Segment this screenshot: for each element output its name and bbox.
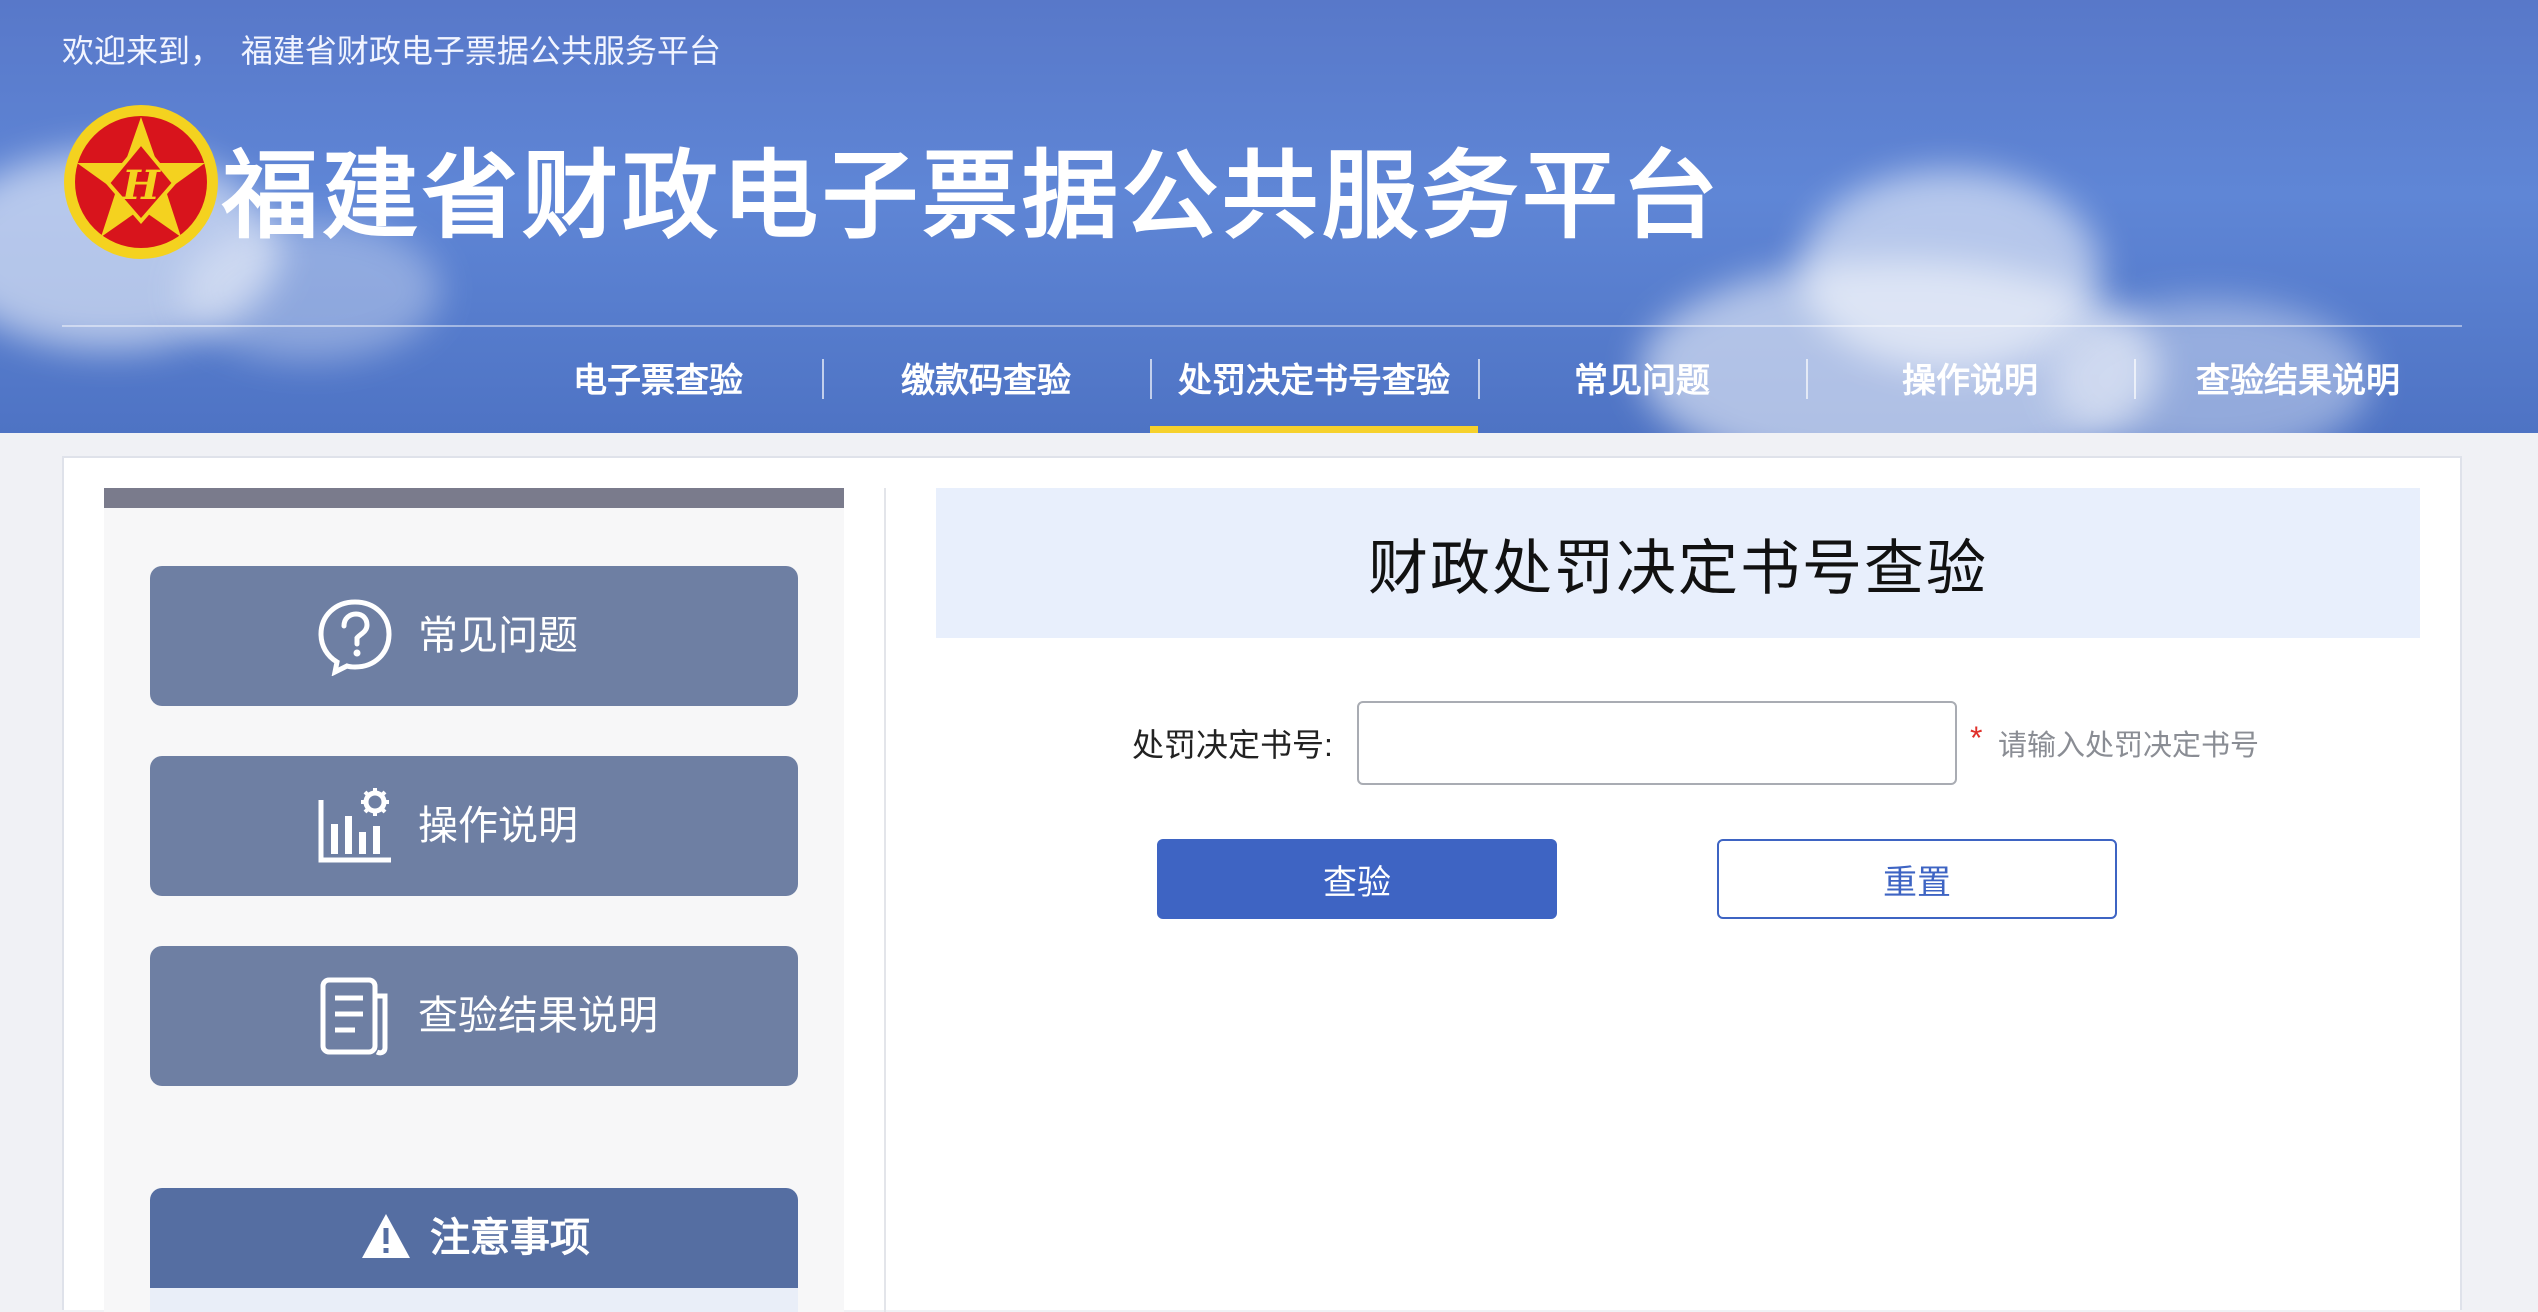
content-panel: 常见问题 操作说明 查验结果说明 注意事项 财政处罚决定书号查验 处罚决定书号:… [62,456,2462,1312]
form-title: 财政处罚决定书号查验 [1368,534,1988,602]
question-icon [318,599,392,676]
site-header: 欢迎来到， 福建省财政电子票据公共服务平台 H 福建省财政电子票据公共服务平台 … [0,0,2538,433]
sidebar-top-bar [104,488,844,508]
reset-button[interactable]: 重置 [1717,839,2117,919]
nav-faq[interactable]: 常见问题 [1478,327,1806,427]
nav-payment-code-check[interactable]: 缴款码查验 [822,327,1150,427]
nav-instructions[interactable]: 操作说明 [1806,327,2134,427]
sidebar-instructions-label: 操作说明 [418,804,578,848]
sidebar-instructions-button[interactable]: 操作说明 [150,756,798,896]
notice-title: 注意事项 [430,1216,590,1260]
penalty-number-hint: 请输入处罚决定书号 [1998,730,2260,762]
sidebar-faq-label: 常见问题 [418,614,578,658]
required-mark: * [1970,720,1983,756]
nav-e-invoice-check[interactable]: 电子票查验 [494,327,822,427]
nav-result-explanation[interactable]: 查验结果说明 [2134,327,2462,427]
warning-icon [362,1214,410,1258]
sidebar-faq-button[interactable]: 常见问题 [150,566,798,706]
column-divider [884,488,886,1312]
main-nav: 电子票查验 缴款码查验 处罚决定书号查验 常见问题 操作说明 查验结果说明 [0,327,2538,433]
form-title-box: 财政处罚决定书号查验 [936,488,2420,638]
welcome-site-name: 福建省财政电子票据公共服务平台 [240,33,721,69]
notice-body [150,1288,798,1312]
check-button[interactable]: 查验 [1157,839,1557,919]
welcome-prefix: 欢迎来到， [62,33,223,69]
emblem-logo-icon: H [64,105,218,259]
sidebar-result-explanation-button[interactable]: 查验结果说明 [150,946,798,1086]
sidebar-result-explanation-label: 查验结果说明 [418,994,658,1038]
sidebar: 常见问题 操作说明 查验结果说明 注意事项 [104,488,844,1312]
nav-penalty-decision-check[interactable]: 处罚决定书号查验 [1150,327,1478,433]
penalty-number-input[interactable] [1357,701,1957,785]
welcome-text: 欢迎来到， 福建省财政电子票据公共服务平台 [62,26,721,72]
penalty-number-label: 处罚决定书号: [1132,727,1333,763]
svg-text:H: H [121,162,161,209]
chart-gear-icon [318,788,391,863]
site-title: 福建省财政电子票据公共服务平台 [222,140,1722,252]
document-icon [320,977,388,1056]
notice-header: 注意事项 [150,1188,798,1288]
